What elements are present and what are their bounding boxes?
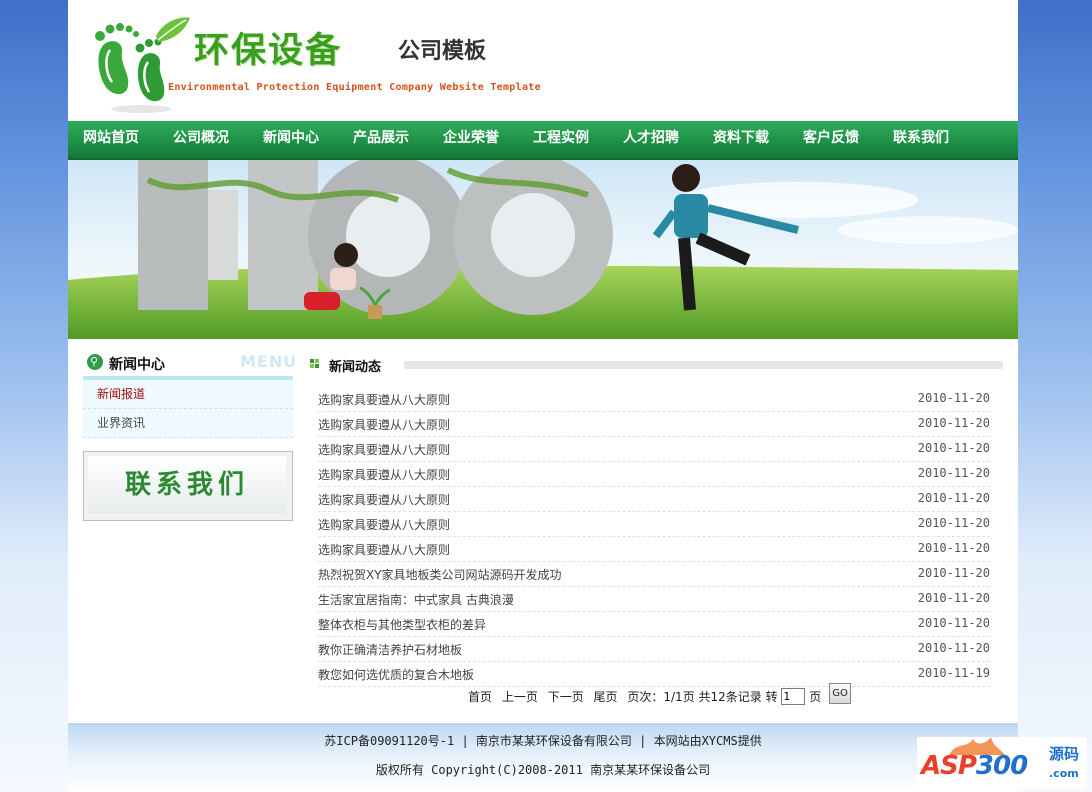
nav-item-news[interactable]: 新闻中心	[263, 121, 319, 155]
nav-item-honors[interactable]: 企业荣誉	[443, 121, 499, 155]
news-row[interactable]: 选购家具要遵从八大原则 2010-11-20	[318, 512, 990, 537]
news-title[interactable]: 选购家具要遵从八大原则	[318, 516, 450, 533]
nav-item-jobs[interactable]: 人才招聘	[623, 121, 679, 155]
news-date: 2010-11-20	[917, 491, 990, 505]
news-row[interactable]: 选购家具要遵从八大原则 2010-11-20	[318, 437, 990, 462]
news-date: 2010-11-20	[917, 641, 990, 655]
footprint-leaf-logo-icon	[95, 17, 190, 113]
news-row[interactable]: 选购家具要遵从八大原则 2010-11-20	[318, 387, 990, 412]
asp300-watermark-logo: ASP300 源码 .com	[917, 737, 1087, 789]
site-logo-title: 环保设备	[194, 30, 343, 71]
footer-copyright: 版权所有 Copyright(C)2008-2011 南京某某环保设备公司	[375, 763, 711, 777]
contact-us-label: 联系我们	[88, 456, 286, 514]
news-date: 2010-11-20	[917, 466, 990, 480]
news-date: 2010-11-20	[917, 391, 990, 405]
pager-first-link[interactable]: 首页	[468, 688, 492, 705]
main-content: 新闻动态 选购家具要遵从八大原则 2010-11-20 选购家具要遵从八大原则 20…	[308, 350, 1003, 705]
news-row[interactable]: 选购家具要遵从八大原则 2010-11-20	[318, 537, 990, 562]
go-button[interactable]: GO	[829, 683, 852, 704]
news-date: 2010-11-20	[917, 566, 990, 580]
news-row[interactable]: 教您如何选优质的复合木地板 2010-11-19	[318, 662, 990, 687]
sidebar-item-industry-info[interactable]: 业界资讯	[83, 409, 293, 438]
section-header: 新闻动态	[308, 350, 1003, 375]
watermark-com: .com	[1049, 767, 1079, 780]
sidebar-title: 新闻中心	[109, 357, 165, 373]
watermark-cn: 源码	[1049, 745, 1080, 763]
sidebar: ⚲ 新闻中心 MENU 新闻报道 业界资讯 联系我们	[83, 350, 296, 521]
news-row[interactable]: 生活家宜居指南：中式家具 古典浪漫 2010-11-20	[318, 587, 990, 612]
grid-bullet-icon	[310, 359, 319, 368]
news-title[interactable]: 教您如何选优质的复合木地板	[318, 666, 474, 683]
nav-item-products[interactable]: 产品展示	[353, 121, 409, 155]
news-row[interactable]: 教你正确清洁养护石材地板 2010-11-20	[318, 637, 990, 662]
nav-item-cases[interactable]: 工程实例	[533, 121, 589, 155]
pager-next-link[interactable]: 下一页	[548, 688, 584, 705]
footer-icp-line: 苏ICP备09091120号-1 | 南京市某某环保设备有限公司 | 本网站由X…	[324, 734, 762, 748]
pager-suffix: 页	[809, 690, 822, 704]
sidebar-header: ⚲ 新闻中心 MENU	[83, 350, 296, 380]
news-date: 2010-11-20	[917, 416, 990, 430]
page-number-input[interactable]	[781, 688, 806, 705]
nav-item-about[interactable]: 公司概况	[173, 121, 229, 155]
sidebar-item-news-reports[interactable]: 新闻报道	[83, 380, 293, 409]
site-logo-english: Environmental Protection Equipment Compa…	[168, 82, 541, 93]
site-logo-subtitle: 公司模板	[398, 39, 487, 64]
site-footer: 苏ICP备09091120号-1 | 南京市某某环保设备有限公司 | 本网站由X…	[68, 723, 1018, 792]
news-date: 2010-11-19	[917, 666, 990, 680]
pager-prev-link[interactable]: 上一页	[502, 688, 538, 705]
pager-info: 页次：1/1页 共12条记录 转	[627, 690, 778, 704]
news-list: 选购家具要遵从八大原则 2010-11-20 选购家具要遵从八大原则 2010-11…	[318, 387, 990, 687]
page-container: 环保设备 公司模板 Environmental Protection Equip…	[68, 0, 1018, 792]
pager-last-link[interactable]: 尾页	[594, 688, 618, 705]
news-date: 2010-11-20	[917, 516, 990, 530]
site-header: 环保设备 公司模板 Environmental Protection Equip…	[68, 0, 1018, 121]
main-nav: 网站首页 公司概况 新闻中心 产品展示 企业荣誉 工程实例 人才招聘 资料下载 …	[68, 121, 1018, 160]
hero-banner	[68, 160, 1018, 339]
nav-item-contact[interactable]: 联系我们	[893, 121, 949, 155]
sidebar-menu-watermark: MENU	[240, 352, 298, 371]
news-row[interactable]: 选购家具要遵从八大原则 2010-11-20	[318, 462, 990, 487]
news-row[interactable]: 选购家具要遵从八大原则 2010-11-20	[318, 487, 990, 512]
banner-image	[68, 160, 1018, 339]
news-title[interactable]: 选购家具要遵从八大原则	[318, 541, 450, 558]
news-title[interactable]: 选购家具要遵从八大原则	[318, 391, 450, 408]
news-date: 2010-11-20	[917, 616, 990, 630]
news-row[interactable]: 选购家具要遵从八大原则 2010-11-20	[318, 412, 990, 437]
section-header-bar	[404, 361, 1003, 369]
news-title[interactable]: 整体衣柜与其他类型衣柜的差异	[318, 616, 486, 633]
section-title: 新闻动态	[329, 360, 382, 375]
news-title[interactable]: 选购家具要遵从八大原则	[318, 491, 450, 508]
news-title[interactable]: 选购家具要遵从八大原则	[318, 416, 450, 433]
news-title[interactable]: 教你正确清洁养护石材地板	[318, 641, 462, 658]
nav-item-downloads[interactable]: 资料下载	[713, 121, 769, 155]
search-icon: ⚲	[87, 354, 103, 370]
news-title[interactable]: 选购家具要遵从八大原则	[318, 466, 450, 483]
news-date: 2010-11-20	[917, 441, 990, 455]
nav-item-home[interactable]: 网站首页	[83, 121, 139, 155]
news-title[interactable]: 生活家宜居指南：中式家具 古典浪漫	[318, 591, 514, 608]
news-title[interactable]: 选购家具要遵从八大原则	[318, 441, 450, 458]
watermark-brand: ASP300	[921, 751, 1028, 781]
news-row[interactable]: 热烈祝贺XY家具地板类公司网站源码开发成功 2010-11-20	[318, 562, 990, 587]
news-title[interactable]: 热烈祝贺XY家具地板类公司网站源码开发成功	[318, 566, 562, 583]
nav-item-feedback[interactable]: 客户反馈	[803, 121, 859, 155]
contact-us-banner[interactable]: 联系我们	[83, 451, 293, 521]
news-date: 2010-11-20	[917, 541, 990, 555]
pagination: 首页 上一页 下一页 尾页 页次：1/1页 共12条记录 转 页 GO	[468, 683, 852, 712]
news-date: 2010-11-20	[917, 591, 990, 605]
news-row[interactable]: 整体衣柜与其他类型衣柜的差异 2010-11-20	[318, 612, 990, 637]
